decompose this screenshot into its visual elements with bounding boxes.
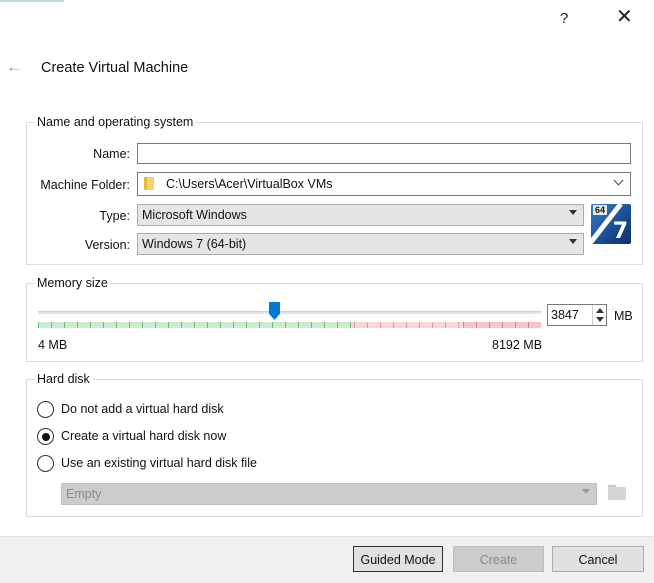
type-value: Microsoft Windows: [142, 208, 247, 222]
dropdown-arrow-icon: [582, 489, 590, 494]
folder-browse-icon[interactable]: [606, 483, 628, 502]
help-button[interactable]: ?: [560, 10, 568, 27]
version-label: Version:: [84, 238, 130, 252]
version-value: Windows 7 (64-bit): [142, 237, 247, 251]
type-label: Type:: [99, 209, 130, 223]
radio-button[interactable]: [37, 401, 54, 418]
chevron-down-icon: [613, 175, 624, 186]
windows-7-64-os-icon: 64 7: [591, 204, 631, 244]
dropdown-arrow-icon: [569, 210, 577, 215]
titlebar-accent: [0, 0, 64, 2]
hard-disk-group-title: Hard disk: [35, 372, 92, 386]
machine-folder-select[interactable]: C:\Users\Acer\VirtualBox VMs: [137, 172, 631, 196]
name-label: Name:: [93, 147, 130, 161]
memory-spinbox[interactable]: 3847: [547, 304, 607, 326]
memory-size-group-title: Memory size: [35, 276, 110, 290]
machine-folder-label: Machine Folder:: [40, 178, 130, 192]
memory-min-label: 4 MB: [38, 338, 68, 352]
name-os-group-title: Name and operating system: [35, 115, 196, 129]
guided-mode-button[interactable]: Guided Mode: [353, 546, 443, 572]
radio-label: Use an existing virtual hard disk file: [61, 456, 257, 470]
machine-folder-value: C:\Users\Acer\VirtualBox VMs: [166, 177, 333, 191]
memory-spinbox-buttons[interactable]: [592, 305, 606, 325]
radio-label: Create a virtual hard disk now: [61, 429, 227, 443]
existing-disk-value: Empty: [66, 487, 102, 501]
radio-label: Do not add a virtual hard disk: [61, 402, 224, 416]
spin-up-icon[interactable]: [596, 308, 604, 313]
name-input[interactable]: [137, 143, 631, 164]
version-select[interactable]: Windows 7 (64-bit): [137, 233, 584, 255]
close-button[interactable]: ✕: [616, 7, 633, 27]
spin-down-icon[interactable]: [596, 317, 604, 322]
memory-slider-safe-range: [38, 322, 354, 328]
os-icon-bits: 64: [593, 205, 608, 215]
back-arrow-icon[interactable]: ←: [6, 57, 23, 77]
memory-unit-label: MB: [614, 309, 633, 323]
existing-disk-select[interactable]: Empty: [61, 483, 597, 505]
radio-button-checked[interactable]: [37, 428, 54, 445]
os-icon-version: 7: [612, 219, 628, 244]
radio-button[interactable]: [37, 455, 54, 472]
dropdown-arrow-icon: [569, 239, 577, 244]
type-select[interactable]: Microsoft Windows: [137, 204, 584, 226]
memory-max-label: 8192 MB: [492, 338, 543, 352]
memory-value: 3847: [551, 308, 579, 322]
folder-icon: [144, 177, 154, 190]
memory-slider-danger-range: [463, 322, 541, 328]
cancel-button[interactable]: Cancel: [552, 546, 644, 572]
memory-slider-track[interactable]: [38, 311, 541, 314]
wizard-title: Create Virtual Machine: [41, 60, 189, 76]
create-button[interactable]: Create: [453, 546, 544, 572]
